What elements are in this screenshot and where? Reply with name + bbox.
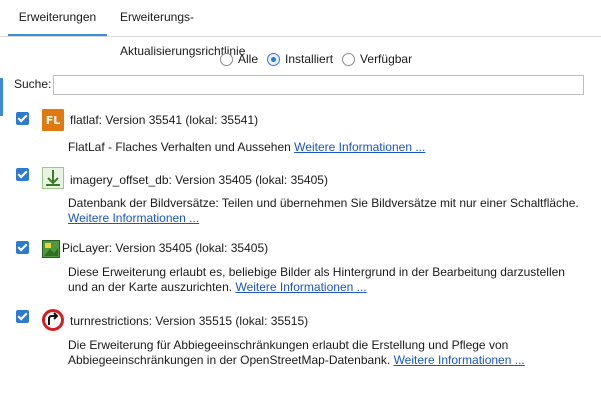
plugin-turnrestrictions-title: turnrestrictions: Version 35515 (lokal: … [70, 314, 309, 328]
search-label: Suche: [14, 77, 52, 91]
tab-bar: Erweiterungen Erweiterungs-Aktualisierun… [0, 0, 601, 58]
plugin-flatlaf-checkbox[interactable] [16, 112, 29, 125]
filter-radio-group: Alle Installiert Verfügbar [220, 50, 421, 68]
plugin-flatlaf-title: flatlaf: Version 35541 (lokal: 35541) [70, 113, 259, 127]
radio-available-label: Verfügbar [360, 52, 413, 66]
radio-available-indicator[interactable] [342, 52, 356, 66]
radio-installed[interactable]: Installiert [267, 52, 333, 66]
plugin-piclayer-description: Diese Erweiterung erlaubt es, beliebige … [68, 265, 588, 295]
radio-available[interactable]: Verfügbar [342, 52, 412, 66]
turn-restriction-icon [42, 309, 64, 331]
plugin-flatlaf-description-text: FlatLaf - Flaches Verhalten und Aussehen [68, 140, 291, 154]
plugin-turnrestrictions-checkbox[interactable] [16, 310, 29, 323]
plugin-imagery-offset-db-description-text: Datenbank der Bildversätze: Teilen und ü… [68, 196, 579, 210]
plugin-turnrestrictions-more-link[interactable]: Weitere Informationen ... [394, 353, 525, 367]
plugin-imagery-offset-db-title: imagery_offset_db: Version 35405 (lokal:… [70, 173, 328, 187]
plugin-imagery-offset-db-checkbox[interactable] [16, 168, 29, 181]
radio-all[interactable]: Alle [220, 52, 258, 66]
plugin-turnrestrictions-description: Die Erweiterung für Abbiegeeinschränkung… [68, 338, 588, 368]
radio-installed-label: Installiert [285, 52, 334, 66]
flatlaf-icon: FL [42, 109, 64, 131]
search-input[interactable] [53, 75, 584, 95]
plugin-piclayer-checkbox[interactable] [16, 241, 29, 254]
plugin-flatlaf-description: FlatLaf - Flaches Verhalten und Aussehen… [68, 140, 588, 155]
plugin-imagery-offset-db-more-link[interactable]: Weitere Informationen ... [68, 211, 199, 225]
tab-update-policy[interactable]: Erweiterungs-Aktualisierungsrichtlinie [120, 0, 308, 58]
radio-all-indicator[interactable] [220, 52, 233, 66]
plugin-imagery-offset-db-description: Datenbank der Bildversätze: Teilen und ü… [68, 196, 588, 226]
piclayer-icon [42, 240, 60, 258]
plugin-piclayer-more-link[interactable]: Weitere Informationen ... [235, 280, 366, 294]
plugin-piclayer-title: PicLayer: Version 35405 (lokal: 35405) [62, 241, 269, 255]
radio-installed-indicator[interactable] [267, 52, 281, 66]
tab-extensions[interactable]: Erweiterungen [8, 0, 107, 36]
plugin-flatlaf-more-link[interactable]: Weitere Informationen ... [294, 140, 425, 154]
focus-accent-bar [0, 78, 3, 116]
radio-all-label: Alle [238, 52, 259, 66]
imagery-offset-icon [42, 167, 64, 189]
